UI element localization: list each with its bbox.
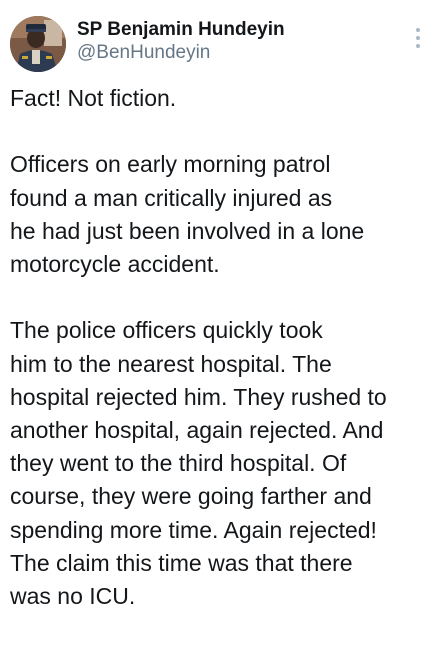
tweet-line: he had just been involved in a lone xyxy=(10,217,365,244)
more-vertical-icon-dot xyxy=(416,44,420,48)
tweet-line: was no ICU. xyxy=(10,583,136,610)
tweet-line: Officers on early morning patrol xyxy=(10,151,331,178)
tweet-paragraph: The police officers quickly took him to … xyxy=(10,314,430,613)
tweet-line: course, they were going farther and xyxy=(10,483,372,510)
tweet-line: spending more time. Again rejected! xyxy=(10,516,377,543)
tweet-paragraph: Fact! Not fiction. xyxy=(10,82,430,115)
tweet-text: Fact! Not fiction. Officers on early mor… xyxy=(10,82,430,646)
tweet-paragraph: Officers on early morning patrol found a… xyxy=(10,148,430,281)
tweet-line: found a man critically injured as xyxy=(10,184,333,211)
tweet-line: motorcycle accident. xyxy=(10,251,220,277)
author-handle[interactable]: @BenHundeyin xyxy=(77,41,285,65)
tweet-header: SP Benjamin Hundeyin @BenHundeyin xyxy=(10,14,427,74)
profile-photo-icon xyxy=(10,16,66,72)
tweet-line: they went to the third hospital. Of xyxy=(10,450,347,477)
tweet-line: hospital rejected him. They rushed to xyxy=(10,383,387,410)
author-names: SP Benjamin Hundeyin @BenHundeyin xyxy=(77,19,285,65)
more-vertical-icon xyxy=(416,28,420,32)
tweet-card: SP Benjamin Hundeyin @BenHundeyin Fact! … xyxy=(0,0,437,609)
avatar[interactable] xyxy=(10,16,66,72)
more-vertical-icon-dot xyxy=(416,36,420,40)
tweet-line: him to the nearest hospital. The xyxy=(10,350,332,377)
tweet-line: The claim this time was that there xyxy=(10,549,353,576)
author-display-name[interactable]: SP Benjamin Hundeyin xyxy=(77,19,285,41)
tweet-line: Fact! Not fiction. xyxy=(10,85,177,111)
tweet-line: The police officers quickly took xyxy=(10,317,323,344)
more-options-button[interactable] xyxy=(413,28,423,52)
tweet-line: another hospital, again rejected. And xyxy=(10,417,384,443)
